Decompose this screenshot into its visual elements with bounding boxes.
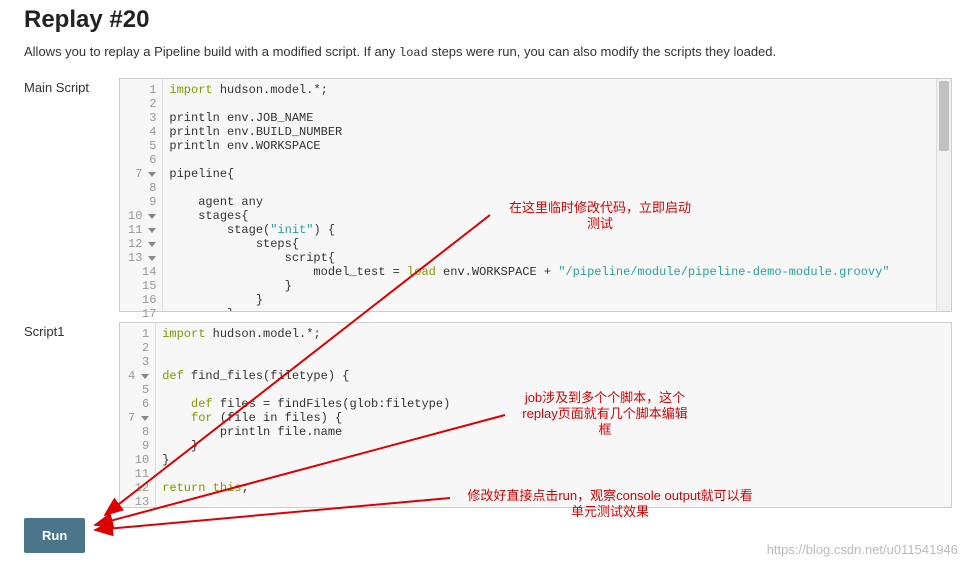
page-description: Allows you to replay a Pipeline build wi… [24,44,952,60]
description-text-before: Allows you to replay a Pipeline build wi… [24,44,399,59]
main-script-label: Main Script [24,78,119,95]
editor-gutter: 123456789101112131415161718 [120,79,163,311]
scrollbar-thumb[interactable] [939,81,949,151]
page-title: Replay #20 [24,6,952,34]
description-code: load [399,46,428,60]
description-text-after: steps were run, you can also modify the … [428,44,776,59]
editor-code-area[interactable]: import hudson.model.*; def find_files(fi… [156,323,951,507]
script1-editor[interactable]: 12345678910111213 import hudson.model.*;… [119,322,952,508]
editor-gutter: 12345678910111213 [120,323,156,507]
run-button[interactable]: Run [24,518,85,553]
main-script-editor[interactable]: 123456789101112131415161718 import hudso… [119,78,952,312]
editor-code-area[interactable]: import hudson.model.*; println env.JOB_N… [163,79,936,311]
editor-scrollbar[interactable] [936,79,951,311]
script1-label: Script1 [24,322,119,339]
